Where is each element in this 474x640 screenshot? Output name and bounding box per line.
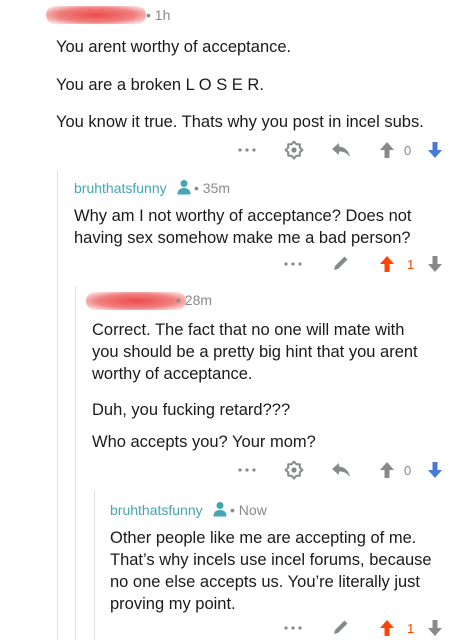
comment-time: 35m [202, 180, 231, 196]
comment-meta: • Now [230, 502, 267, 518]
comment-username[interactable]: bruhthatsfunny [74, 180, 167, 196]
comment-meta: • 28m [176, 292, 213, 308]
comment-paragraph: proving my point. [110, 595, 236, 613]
vote-count: 0 [404, 463, 412, 478]
more-dots-icon[interactable] [282, 620, 304, 636]
comment-paragraph: You arent worthy of acceptance. [56, 38, 292, 56]
comment-time: 28m [184, 292, 213, 308]
comment-meta: • 1h [146, 7, 171, 23]
user-person-icon [176, 178, 192, 196]
comment-time: 1h [154, 7, 171, 23]
comment-username[interactable]: bruhthatsfunny [110, 502, 203, 518]
comment-time: Now [238, 502, 267, 518]
thread-line-level-3[interactable] [94, 490, 95, 640]
more-dots-icon[interactable] [236, 142, 258, 158]
thread-line-level-2[interactable] [75, 286, 76, 640]
comment-paragraph: you should be a pretty big hint that you… [92, 343, 418, 361]
comment-meta: bruhthatsfunny [74, 180, 167, 196]
downvote-arrow-icon[interactable] [426, 254, 444, 274]
reply-arrow-icon[interactable] [330, 460, 352, 480]
comment-meta: • 35m [194, 180, 231, 196]
redacted-username [86, 292, 186, 310]
vote-count: 0 [404, 143, 412, 158]
pencil-edit-icon[interactable] [330, 253, 352, 273]
comment-paragraph: Who accepts you? Your mom? [92, 433, 316, 451]
comment-paragraph: You know it true. Thats why you post in … [56, 113, 424, 131]
award-icon[interactable] [282, 459, 306, 481]
comment-paragraph: Other people like me are accepting of me… [110, 529, 417, 547]
upvote-arrow-icon[interactable] [378, 618, 396, 638]
upvote-arrow-icon[interactable] [378, 140, 396, 160]
comment-paragraph: You are a broken L O S E R. [56, 76, 264, 94]
downvote-arrow-icon[interactable] [426, 460, 444, 480]
reply-arrow-icon[interactable] [330, 140, 352, 160]
downvote-arrow-icon[interactable] [426, 618, 444, 638]
comment-paragraph: Duh, you fucking retard??? [92, 401, 291, 419]
comment-paragraph: having sex somehow make me a bad person? [74, 229, 411, 247]
comment-paragraph: worthy of acceptance. [92, 365, 253, 383]
vote-count: 1 [407, 621, 415, 636]
upvote-arrow-icon[interactable] [378, 254, 396, 274]
downvote-arrow-icon[interactable] [426, 140, 444, 160]
more-dots-icon[interactable] [236, 462, 258, 478]
more-dots-icon[interactable] [282, 256, 304, 272]
comment-meta: bruhthatsfunny [110, 502, 203, 518]
redacted-username [46, 6, 146, 24]
upvote-arrow-icon[interactable] [378, 460, 396, 480]
vote-count: 1 [407, 257, 415, 272]
comment-paragraph: That’s why incels use incel forums, beca… [110, 551, 432, 569]
award-icon[interactable] [282, 139, 306, 161]
comment-paragraph: no one else accepts us. You’re literally… [110, 573, 421, 591]
pencil-edit-icon[interactable] [330, 617, 352, 637]
comment-paragraph: Why am I not worthy of acceptance? Does … [74, 207, 412, 225]
thread-line-level-1[interactable] [57, 170, 58, 640]
comment-paragraph: Correct. The fact that no one will mate … [92, 321, 405, 339]
user-person-icon [212, 500, 228, 518]
